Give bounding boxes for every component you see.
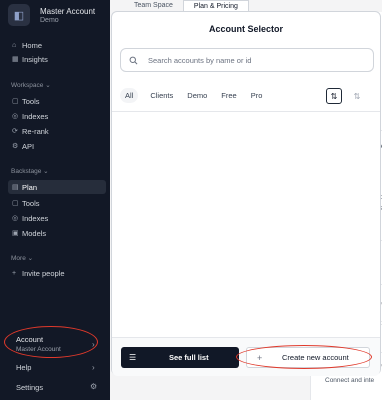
- sort-toggle-icon[interactable]: ⇅: [326, 88, 342, 104]
- sidebar-item-backstage-tools[interactable]: ▢ Tools: [8, 196, 106, 210]
- sidebar-item-backstage-indexes[interactable]: ◎ Indexes: [8, 211, 106, 225]
- search-input[interactable]: [148, 55, 358, 65]
- filter-chip-pro[interactable]: Pro: [251, 91, 263, 100]
- see-full-list-label: See full list: [169, 353, 209, 362]
- sidebar-item-api[interactable]: ⚙ API: [8, 139, 106, 153]
- search-icon: [129, 56, 138, 64]
- sidebar-item-label: Tools: [22, 96, 40, 106]
- tools-icon: ▢: [12, 200, 19, 207]
- model-icon: ▣: [12, 230, 19, 237]
- sidebar-item-label: Help: [16, 362, 32, 372]
- sidebar-item-label: Indexes: [22, 213, 49, 223]
- see-full-list-button[interactable]: ☰ See full list: [121, 347, 239, 368]
- sidebar-item-label: Indexes: [22, 111, 49, 121]
- account-selector-modal: Account Selector All Clients Demo Free P…: [111, 11, 381, 376]
- search-box[interactable]: [120, 48, 374, 72]
- home-icon: ⌂: [12, 41, 17, 49]
- sort-order-icon[interactable]: ⇅: [349, 88, 365, 104]
- sidebar-item-indexes[interactable]: ◎ Indexes: [8, 109, 106, 123]
- document-icon: ▤: [12, 184, 19, 191]
- sidebar-item-label: Plan: [22, 182, 38, 192]
- section-label-more[interactable]: More ⌄: [11, 254, 33, 262]
- chevron-right-icon: ›: [92, 363, 95, 372]
- sidebar-item-label: Settings: [16, 382, 44, 392]
- sidebar-item-label: API: [22, 141, 35, 151]
- workspace-logo-icon: ◧: [8, 4, 30, 26]
- sidebar-item-label: Insights: [22, 54, 48, 64]
- modal-title: Account Selector: [208, 24, 284, 34]
- plus-icon: +: [12, 269, 17, 277]
- chart-icon: ▦: [12, 56, 19, 63]
- filter-chip-all[interactable]: All: [120, 88, 139, 103]
- filter-chip-demo[interactable]: Demo: [187, 91, 207, 100]
- annotation-ellipse: [4, 326, 98, 358]
- list-icon: ☰: [129, 353, 137, 362]
- sidebar-item-home[interactable]: ⌂ Home: [8, 38, 106, 52]
- sidebar-item-help[interactable]: Help: [12, 360, 110, 374]
- sidebar-item-label: Invite people: [22, 268, 65, 278]
- annotation-ellipse: [236, 345, 372, 369]
- sidebar-item-tools[interactable]: ▢ Tools: [8, 94, 106, 108]
- sidebar-item-models[interactable]: ▣ Models: [8, 226, 106, 240]
- bg-text-fragment: Connect and inte: [325, 377, 375, 384]
- workspace-subtitle: Demo: [40, 16, 59, 24]
- sidebar-item-label: Home: [22, 40, 43, 50]
- tools-icon: ▢: [12, 98, 19, 105]
- section-label-workspace[interactable]: Workspace ⌄: [11, 81, 51, 89]
- sidebar-item-label: Tools: [22, 198, 40, 208]
- sidebar-item-label: Re-rank: [22, 126, 49, 136]
- gear-icon[interactable]: ⚙: [90, 382, 97, 391]
- rerank-icon: ⟳: [12, 128, 18, 135]
- filter-chip-clients[interactable]: Clients: [150, 91, 173, 100]
- sidebar-item-invite-people[interactable]: + Invite people: [8, 266, 106, 280]
- sidebar-item-label: Models: [22, 228, 47, 238]
- workspace-name: Master Account: [40, 6, 96, 16]
- filter-chip-free[interactable]: Free: [221, 91, 236, 100]
- database-icon: ◎: [12, 215, 19, 222]
- account-list: [112, 111, 380, 347]
- sidebar-item-plan[interactable]: ▤ Plan: [8, 180, 106, 194]
- filter-chips: All Clients Demo Free Pro: [120, 88, 276, 103]
- database-icon: ◎: [12, 113, 19, 120]
- workspace-header[interactable]: ◧ Master Account Demo: [8, 4, 95, 26]
- sidebar-item-insights[interactable]: ▦ Insights: [8, 52, 106, 66]
- section-label-backstage[interactable]: Backstage ⌄: [11, 167, 49, 175]
- sidebar-item-rerank[interactable]: ⟳ Re-rank: [8, 124, 106, 138]
- api-icon: ⚙: [12, 143, 19, 150]
